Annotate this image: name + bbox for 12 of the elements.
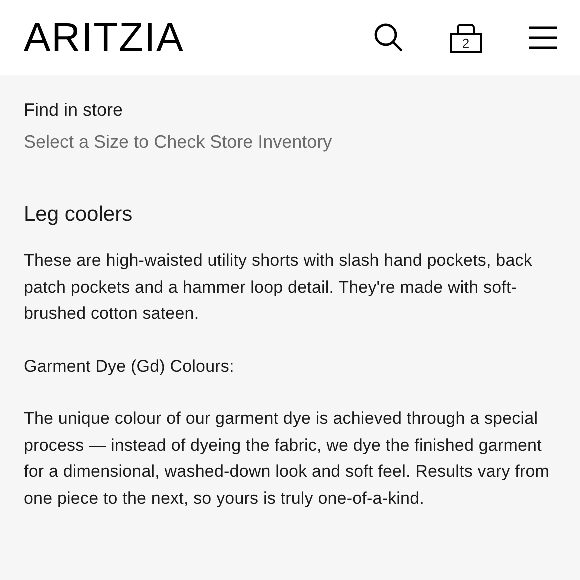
description-paragraph: These are high-waisted utility shorts with slash hand pockets, back patch pockets and a hammer loop detail. They're made with soft-brushed cotton sateen.	[24, 250, 534, 325]
search-icon[interactable]	[374, 22, 404, 52]
check-inventory-link[interactable]: Select a Size to Check Store Inventory	[24, 131, 556, 153]
shopping-bag-icon	[450, 22, 482, 52]
menu-icon[interactable]	[528, 26, 558, 50]
find-in-store-title: Find in store	[24, 99, 124, 121]
shopping-bag-button[interactable]: 2	[450, 22, 482, 52]
brand-logo[interactable]: ARITZIA	[24, 18, 184, 58]
description-paragraph: The unique colour of our garment dye is achieved through a special process — instead of dyeing the fabric, we dye the finished garment for a dimensional, washed-down look and soft feel. Results vary from one piece to the next, so yours is truly one-of-a-kind.	[24, 408, 551, 510]
product-name: Leg coolers	[24, 202, 134, 228]
description-paragraph: Garment Dye (Gd) Colours:	[24, 356, 236, 378]
bag-count: 2	[461, 36, 471, 50]
